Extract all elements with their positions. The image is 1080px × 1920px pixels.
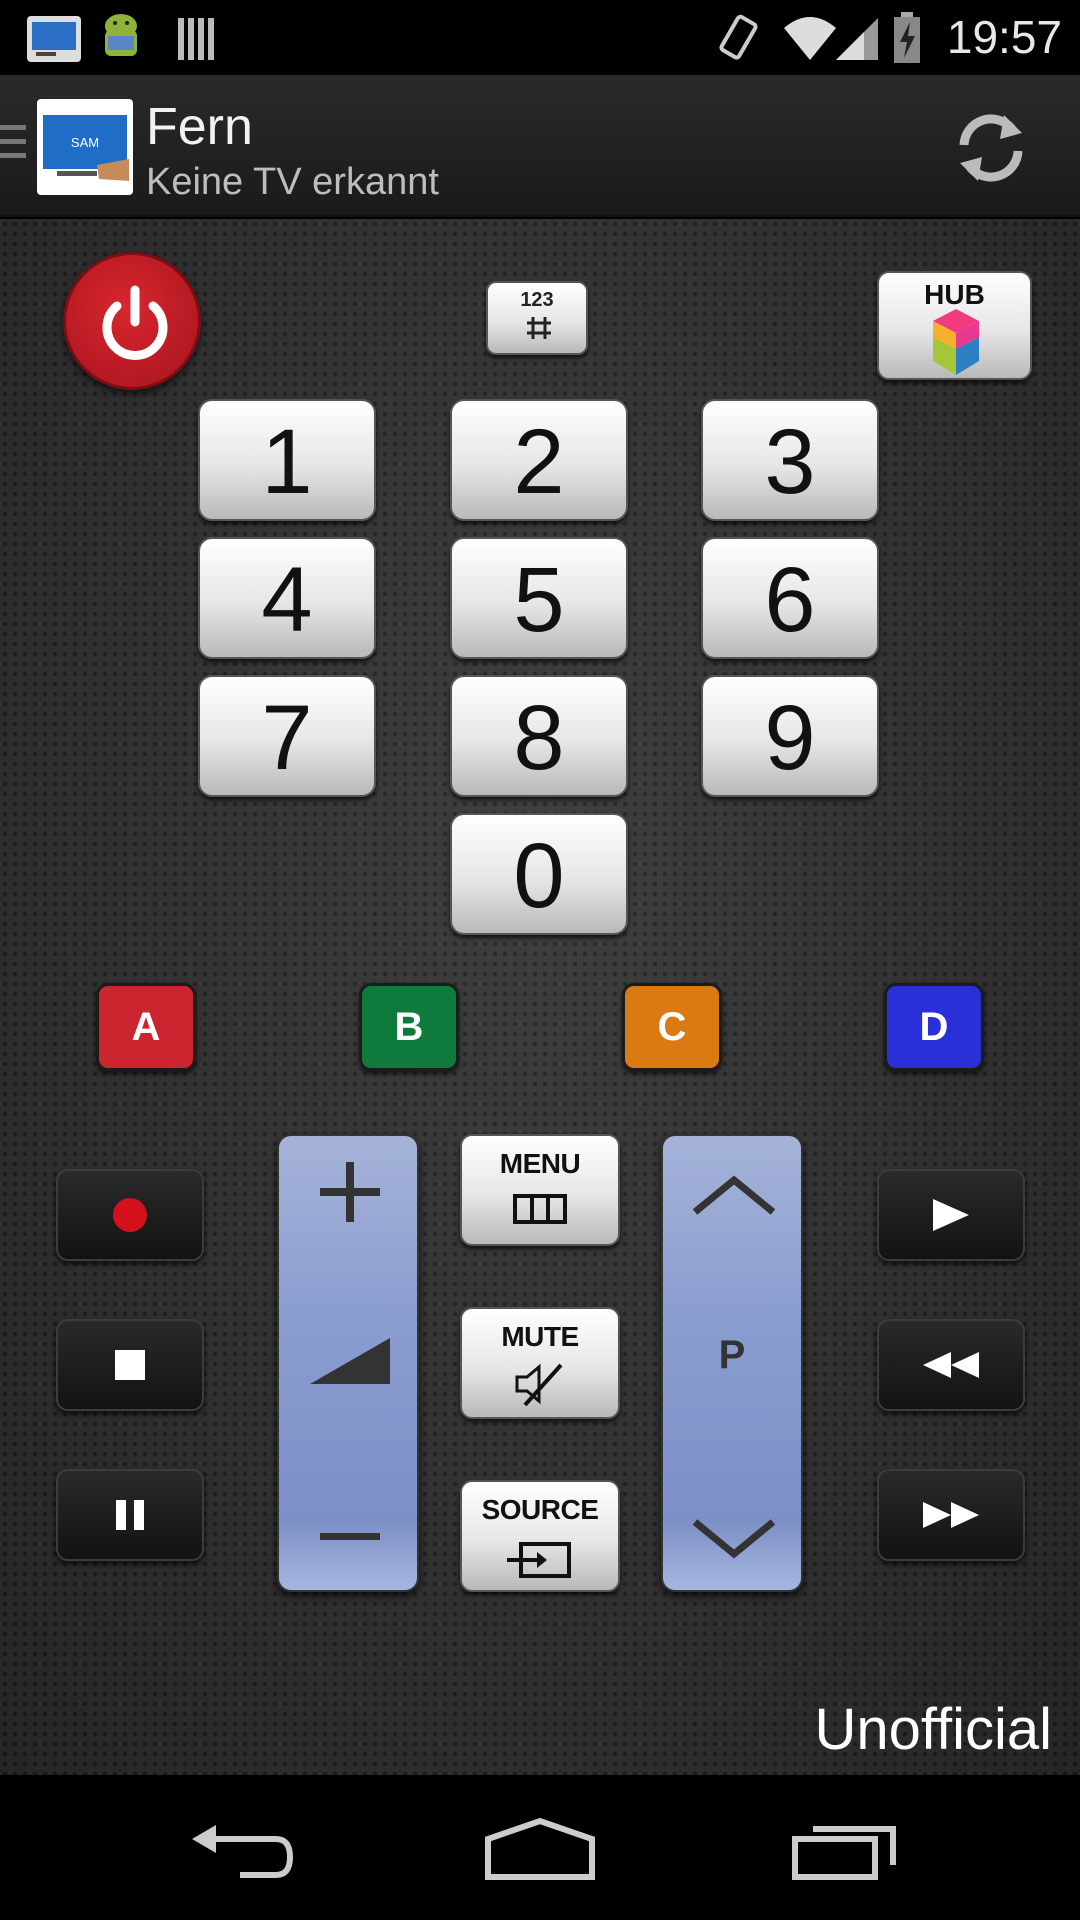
navigation-bar [0,1775,1080,1920]
mute-label: MUTE [501,1321,579,1352]
refresh-button[interactable] [948,105,1034,191]
vibrate-icon [716,10,760,66]
number-key-4[interactable]: 4 [198,537,376,659]
mute-icon [515,1363,563,1407]
play-icon [933,1199,969,1231]
volume-rocker[interactable] [277,1134,419,1592]
refresh-icon [959,114,1023,182]
numpad-toggle-button[interactable]: 123 [486,281,588,355]
channel-label: P [718,1333,746,1377]
smart-hub-cube-icon [933,309,979,375]
page-title: Fern [146,98,253,156]
mute-button[interactable]: MUTE [460,1307,620,1419]
sliders-icon [527,317,551,339]
number-key-7[interactable]: 7 [198,675,376,797]
stop-icon [115,1350,145,1380]
menu-label: MENU [499,1148,581,1179]
color-key-c[interactable]: C [622,983,722,1071]
tv-remote-notification-icon [26,10,82,66]
unofficial-label: Unofficial [814,1697,1053,1762]
android-debug-icon [96,10,146,66]
stop-button[interactable] [56,1319,204,1411]
signal-icon [834,10,880,66]
record-icon [113,1198,147,1232]
number-key-2[interactable]: 2 [450,399,628,521]
volume-down-icon [320,1533,380,1540]
numpad-toggle-label: 123 [520,289,554,311]
action-bar: SAM Fern Keine TV erkannt [0,75,1080,217]
barcode-icon [176,10,218,66]
power-icon [102,285,168,360]
connection-status: Keine TV erkannt [146,161,439,203]
number-key-3[interactable]: 3 [701,399,879,521]
color-key-d[interactable]: D [884,983,984,1071]
source-input-icon [507,1542,571,1578]
power-button[interactable] [63,252,201,390]
fast-forward-icon [923,1502,979,1528]
number-key-9[interactable]: 9 [701,675,879,797]
channel-down-icon [692,1519,776,1559]
number-key-8[interactable]: 8 [450,675,628,797]
number-key-5[interactable]: 5 [450,537,628,659]
fast-forward-button[interactable] [877,1469,1025,1561]
smart-hub-button[interactable]: HUB [877,271,1032,380]
color-key-a[interactable]: A [96,983,196,1071]
color-key-b[interactable]: B [359,983,459,1071]
pause-button[interactable] [56,1469,204,1561]
app-icon[interactable]: SAM [37,99,133,195]
battery-charging-icon [892,10,922,66]
app-icon-label: SAM [71,135,99,150]
channel-rocker[interactable]: P [661,1134,803,1592]
status-bar: 19:57 [0,0,1080,75]
remote-panel: 123 HUB 1 2 3 4 5 6 7 8 9 0 A B C D MENU… [0,219,1080,1775]
source-button[interactable]: SOURCE [460,1480,620,1592]
back-icon [192,1825,294,1878]
recents-button[interactable] [785,1815,905,1885]
volume-level-icon [310,1338,390,1384]
pause-icon [116,1500,144,1530]
drawer-menu-icon[interactable] [0,125,28,169]
number-key-0[interactable]: 0 [450,813,628,935]
wifi-icon [780,10,840,66]
hub-label: HUB [924,279,985,310]
home-icon [485,1817,595,1880]
home-button[interactable] [480,1815,600,1885]
number-key-1[interactable]: 1 [198,399,376,521]
clock: 19:57 [946,11,1062,63]
source-label: SOURCE [481,1494,599,1525]
channel-up-icon [692,1175,776,1215]
menu-button[interactable]: MENU [460,1134,620,1246]
record-button[interactable] [56,1169,204,1261]
menu-icon [513,1194,567,1224]
play-button[interactable] [877,1169,1025,1261]
number-key-6[interactable]: 6 [701,537,879,659]
back-button[interactable] [180,1815,300,1885]
recents-icon [792,1826,896,1880]
rewind-button[interactable] [877,1319,1025,1411]
rewind-icon [923,1352,979,1378]
volume-up-icon [320,1162,380,1222]
